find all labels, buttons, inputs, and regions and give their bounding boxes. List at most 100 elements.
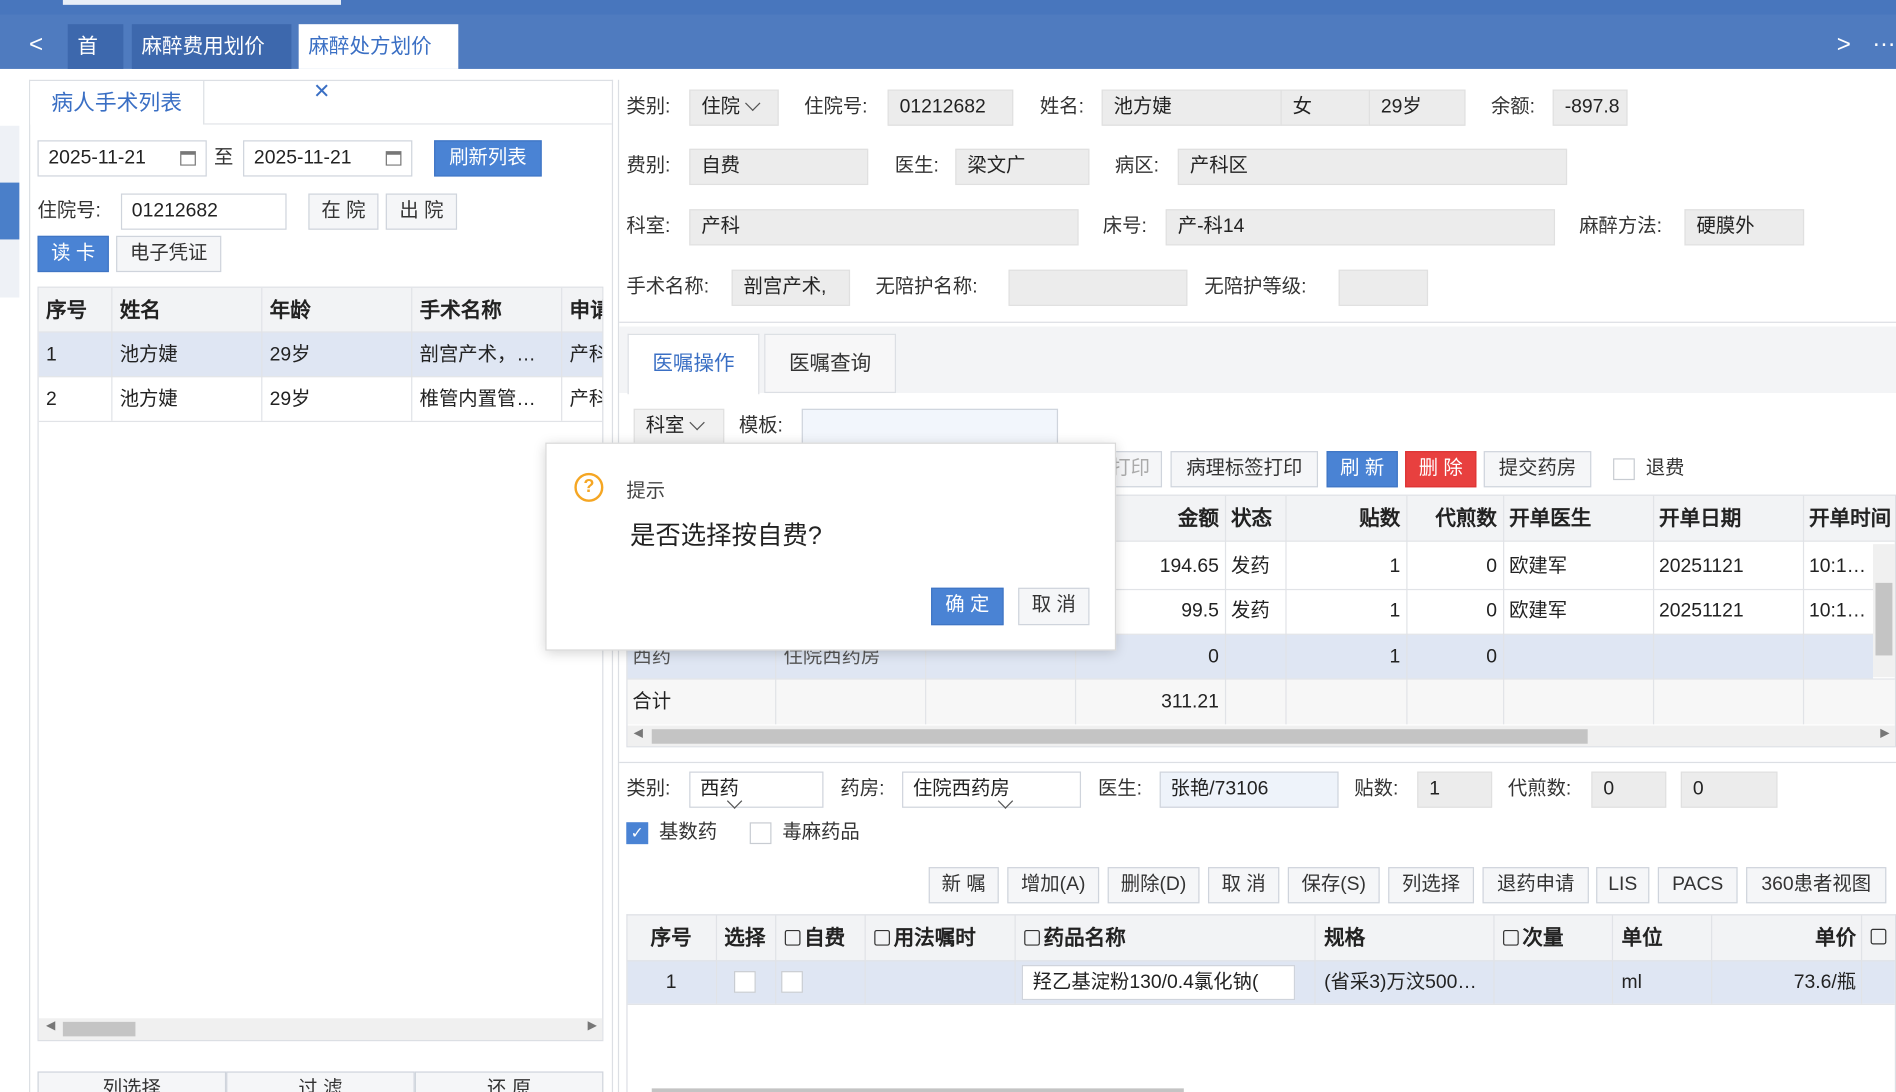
divider <box>864 915 866 1004</box>
col-header[interactable]: 状态 <box>1226 496 1277 541</box>
delete-button[interactable]: 删 除 <box>1405 451 1477 488</box>
scroll-right-icon[interactable]: ▶ <box>588 1019 597 1032</box>
more-icon[interactable]: … <box>1872 27 1896 51</box>
category-select[interactable]: 西药 <box>689 771 824 809</box>
in-hospital-button[interactable]: 在 院 <box>308 193 379 230</box>
col-header[interactable]: 药品名称 <box>1019 915 1130 960</box>
pacs-button[interactable]: PACS <box>1657 867 1738 904</box>
select-checkbox[interactable] <box>733 971 756 993</box>
filter-button[interactable]: 过 滤 <box>226 1071 415 1092</box>
col-header[interactable]: 次量 <box>1498 915 1568 960</box>
inpatient-no-input[interactable]: 01212682 <box>120 193 287 230</box>
discharged-button[interactable]: 出 院 <box>385 193 458 230</box>
col-header[interactable]: 单位 <box>1617 915 1668 960</box>
self-pay-checkbox[interactable] <box>781 971 803 993</box>
cell: 1 <box>665 972 677 993</box>
submit-pharmacy-button[interactable]: 提交药房 <box>1483 451 1592 488</box>
cancel-order-button[interactable]: 取 消 <box>1207 867 1280 904</box>
column-select-button[interactable]: 列选择 <box>1388 867 1475 904</box>
tab-scroll-left-icon[interactable]: < <box>29 33 43 57</box>
cell: 29岁 <box>269 389 311 410</box>
doctor-label: 医生: <box>894 155 939 177</box>
read-card-button[interactable]: 读 卡 <box>37 235 109 273</box>
remove-button[interactable]: 删除(D) <box>1107 867 1200 904</box>
department-select[interactable]: 科室 <box>633 408 725 446</box>
no-escort-level-field <box>1338 269 1429 306</box>
scroll-left-icon[interactable]: ◀ <box>46 1019 55 1032</box>
confirm-button[interactable]: 确 定 <box>931 587 1004 626</box>
divider <box>1503 495 1505 725</box>
tab-scroll-right-icon[interactable]: > <box>1837 33 1851 57</box>
divider <box>619 321 1896 323</box>
return-drug-button[interactable]: 退药申请 <box>1482 867 1589 904</box>
calendar-icon[interactable] <box>385 151 402 166</box>
calendar-icon[interactable] <box>180 151 196 166</box>
patient-360-view-button[interactable]: 360患者视图 <box>1746 867 1887 904</box>
drug-name-input[interactable]: 羟乙基淀粉130/0.4氯化钠( <box>1021 965 1296 1001</box>
scroll-left-icon[interactable]: ◀ <box>634 727 643 740</box>
edit-icon <box>1024 929 1040 946</box>
decoction-count-field: 0 <box>1591 771 1667 808</box>
divider <box>1860 915 1863 1004</box>
divider <box>38 331 603 333</box>
splitter[interactable] <box>619 761 1896 764</box>
scrollbar-thumb[interactable] <box>651 729 1588 744</box>
cell: 2 <box>45 389 57 410</box>
col-header[interactable]: 选择 <box>719 915 770 960</box>
date-from-input[interactable]: 2025-11-21 <box>37 140 207 177</box>
column-select-button[interactable]: 列选择 <box>37 1071 227 1092</box>
col-header[interactable]: 序号 <box>628 915 715 960</box>
base-drug-checkbox[interactable]: ✓ <box>626 822 649 845</box>
doctor-input[interactable]: 张艳/73106 <box>1159 771 1339 808</box>
scrollbar-thumb[interactable] <box>651 1088 1184 1092</box>
col-header[interactable]: 年龄 <box>265 288 316 333</box>
col-header[interactable]: 单价 <box>1716 915 1861 960</box>
col-header[interactable]: 开单日期 <box>1654 496 1746 541</box>
cancel-button[interactable]: 取 消 <box>1018 587 1090 626</box>
col-header[interactable] <box>1866 915 1895 960</box>
col-header[interactable]: 手术名称 <box>415 288 507 333</box>
type-label: 类别: <box>626 96 671 118</box>
col-header[interactable]: 代煎数 <box>1408 496 1502 541</box>
type-select[interactable]: 住院 <box>689 89 779 126</box>
refund-checkbox[interactable] <box>1613 458 1635 481</box>
tab-home[interactable]: 首页 <box>67 24 124 103</box>
refresh-list-button[interactable]: 刷新列表 <box>434 140 542 177</box>
ward-field: 产科区 <box>1177 148 1568 186</box>
col-header[interactable]: 贴数 <box>1287 496 1406 541</box>
tab-anesthesia-fee[interactable]: 麻醉费用划价✕ <box>131 24 292 103</box>
col-header[interactable]: 开单医生 <box>1504 496 1596 541</box>
pharmacy-select[interactable]: 住院西药房 <box>902 771 1082 809</box>
refresh-button[interactable]: 刷 新 <box>1326 451 1398 488</box>
type-value: 住院 <box>701 96 741 118</box>
date-to-input[interactable]: 2025-11-21 <box>243 140 413 177</box>
tab-anesthesia-prescription[interactable]: 麻醉处方划价✕ <box>298 24 459 103</box>
scrollbar-thumb[interactable] <box>1875 582 1893 656</box>
template-input[interactable] <box>801 408 1059 446</box>
col-header[interactable]: 开单时间 <box>1804 496 1895 541</box>
restore-button[interactable]: 还 原 <box>414 1071 604 1092</box>
col-header[interactable]: 姓名 <box>115 288 166 333</box>
e-certificate-button[interactable]: 电子凭证 <box>116 235 222 273</box>
save-button[interactable]: 保存(S) <box>1287 867 1380 904</box>
scrollbar-thumb[interactable] <box>62 1021 136 1037</box>
lis-button[interactable]: LIS <box>1596 867 1650 904</box>
tab-patient-surgery-list[interactable]: 病人手术列表 <box>30 81 205 125</box>
divider <box>561 287 563 421</box>
scroll-right-icon[interactable]: ▶ <box>1880 727 1889 740</box>
col-header[interactable]: 规格 <box>1319 915 1370 960</box>
department-field: 产科 <box>689 209 1079 246</box>
col-header[interactable]: 申请 <box>565 288 603 333</box>
divider <box>1314 915 1316 1004</box>
add-button[interactable]: 增加(A) <box>1007 867 1100 904</box>
new-order-button[interactable]: 新 嘱 <box>928 867 999 904</box>
tab-order-operation[interactable]: 医嘱操作 <box>627 333 760 395</box>
tab-order-query[interactable]: 医嘱查询 <box>764 333 897 394</box>
base-drug-label: 基数药 <box>659 822 718 843</box>
col-header[interactable]: 用法嘱时 <box>869 915 980 960</box>
col-header[interactable]: 自费 <box>780 915 850 960</box>
side-rail-active[interactable] <box>0 182 20 240</box>
narcotic-checkbox[interactable] <box>749 822 772 845</box>
col-header[interactable]: 序号 <box>41 288 92 333</box>
pathology-label-print-button[interactable]: 病理标签打印 <box>1170 451 1319 488</box>
